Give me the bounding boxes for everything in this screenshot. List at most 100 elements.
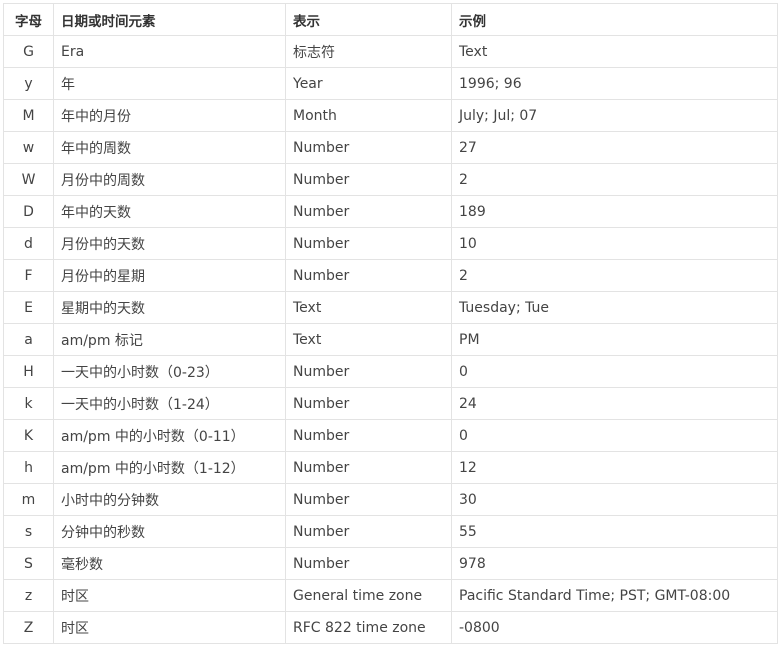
table-body: G Era 标志符 Text y 年 Year 1996; 96 M 年中的月份… <box>3 35 778 644</box>
cell-letter: a <box>3 323 54 356</box>
cell-element: 月份中的天数 <box>53 227 286 260</box>
cell-letter: z <box>3 579 54 612</box>
cell-element: 年中的月份 <box>53 99 286 132</box>
table-row: z 时区 General time zone Pacific Standard … <box>3 579 778 612</box>
cell-letter: W <box>3 163 54 196</box>
cell-presentation: Number <box>285 355 452 388</box>
cell-presentation: Number <box>285 163 452 196</box>
cell-presentation: Number <box>285 131 452 164</box>
header-presentation: 表示 <box>285 3 452 36</box>
cell-element: 年中的周数 <box>53 131 286 164</box>
cell-element: 星期中的天数 <box>53 291 286 324</box>
cell-element: 时区 <box>53 611 286 644</box>
date-format-table: 字母 日期或时间元素 表示 示例 G Era 标志符 Text y 年 Year… <box>3 3 778 644</box>
cell-letter: K <box>3 419 54 452</box>
cell-letter: k <box>3 387 54 420</box>
cell-example: 2 <box>451 259 778 292</box>
cell-element: am/pm 中的小时数（0-11） <box>53 419 286 452</box>
cell-example: Pacific Standard Time; PST; GMT-08:00 <box>451 579 778 612</box>
cell-presentation: Number <box>285 547 452 580</box>
header-example: 示例 <box>451 3 778 36</box>
cell-presentation: Number <box>285 515 452 548</box>
cell-example: 12 <box>451 451 778 484</box>
table-row: w 年中的周数 Number 27 <box>3 131 778 164</box>
cell-example: Text <box>451 35 778 68</box>
cell-element: am/pm 标记 <box>53 323 286 356</box>
cell-letter: M <box>3 99 54 132</box>
cell-letter: E <box>3 291 54 324</box>
cell-example: 0 <box>451 419 778 452</box>
table-row: M 年中的月份 Month July; Jul; 07 <box>3 99 778 132</box>
cell-presentation: Number <box>285 483 452 516</box>
cell-letter: m <box>3 483 54 516</box>
cell-letter: h <box>3 451 54 484</box>
cell-letter: y <box>3 67 54 100</box>
cell-letter: w <box>3 131 54 164</box>
cell-example: 2 <box>451 163 778 196</box>
cell-presentation: 标志符 <box>285 35 452 68</box>
cell-element: Era <box>53 35 286 68</box>
cell-example: 30 <box>451 483 778 516</box>
cell-element: 年 <box>53 67 286 100</box>
cell-letter: F <box>3 259 54 292</box>
cell-letter: d <box>3 227 54 260</box>
cell-presentation: Number <box>285 259 452 292</box>
cell-example: 10 <box>451 227 778 260</box>
table-row: a am/pm 标记 Text PM <box>3 323 778 356</box>
cell-letter: H <box>3 355 54 388</box>
cell-element: 时区 <box>53 579 286 612</box>
table-row: D 年中的天数 Number 189 <box>3 195 778 228</box>
cell-letter: s <box>3 515 54 548</box>
cell-presentation: Year <box>285 67 452 100</box>
table-row: E 星期中的天数 Text Tuesday; Tue <box>3 291 778 324</box>
cell-element: am/pm 中的小时数（1-12） <box>53 451 286 484</box>
cell-presentation: RFC 822 time zone <box>285 611 452 644</box>
cell-letter: S <box>3 547 54 580</box>
cell-example: Tuesday; Tue <box>451 291 778 324</box>
table-row: F 月份中的星期 Number 2 <box>3 259 778 292</box>
cell-letter: D <box>3 195 54 228</box>
cell-example: 27 <box>451 131 778 164</box>
cell-example: PM <box>451 323 778 356</box>
cell-element: 月份中的星期 <box>53 259 286 292</box>
cell-presentation: Number <box>285 195 452 228</box>
table-row: k 一天中的小时数（1-24） Number 24 <box>3 387 778 420</box>
table-row: Z 时区 RFC 822 time zone -0800 <box>3 611 778 644</box>
cell-presentation: Number <box>285 419 452 452</box>
table-row: G Era 标志符 Text <box>3 35 778 68</box>
cell-element: 年中的天数 <box>53 195 286 228</box>
table-header-row: 字母 日期或时间元素 表示 示例 <box>3 3 778 36</box>
cell-presentation: Text <box>285 291 452 324</box>
cell-presentation: Number <box>285 227 452 260</box>
table-row: K am/pm 中的小时数（0-11） Number 0 <box>3 419 778 452</box>
cell-element: 月份中的周数 <box>53 163 286 196</box>
table-row: S 毫秒数 Number 978 <box>3 547 778 580</box>
cell-example: 978 <box>451 547 778 580</box>
cell-element: 毫秒数 <box>53 547 286 580</box>
cell-element: 一天中的小时数（0-23） <box>53 355 286 388</box>
table-row: m 小时中的分钟数 Number 30 <box>3 483 778 516</box>
table-row: h am/pm 中的小时数（1-12） Number 12 <box>3 451 778 484</box>
cell-example: July; Jul; 07 <box>451 99 778 132</box>
cell-example: 0 <box>451 355 778 388</box>
cell-letter: Z <box>3 611 54 644</box>
cell-presentation: Number <box>285 451 452 484</box>
cell-letter: G <box>3 35 54 68</box>
table-row: s 分钟中的秒数 Number 55 <box>3 515 778 548</box>
cell-example: 189 <box>451 195 778 228</box>
cell-presentation: Month <box>285 99 452 132</box>
cell-presentation: Number <box>285 387 452 420</box>
table-row: d 月份中的天数 Number 10 <box>3 227 778 260</box>
table-row: H 一天中的小时数（0-23） Number 0 <box>3 355 778 388</box>
cell-example: 1996; 96 <box>451 67 778 100</box>
table-row: y 年 Year 1996; 96 <box>3 67 778 100</box>
cell-example: 24 <box>451 387 778 420</box>
cell-element: 分钟中的秒数 <box>53 515 286 548</box>
cell-presentation: Text <box>285 323 452 356</box>
table-row: W 月份中的周数 Number 2 <box>3 163 778 196</box>
cell-example: -0800 <box>451 611 778 644</box>
header-element: 日期或时间元素 <box>53 3 286 36</box>
cell-presentation: General time zone <box>285 579 452 612</box>
header-letter: 字母 <box>3 3 54 36</box>
cell-element: 一天中的小时数（1-24） <box>53 387 286 420</box>
